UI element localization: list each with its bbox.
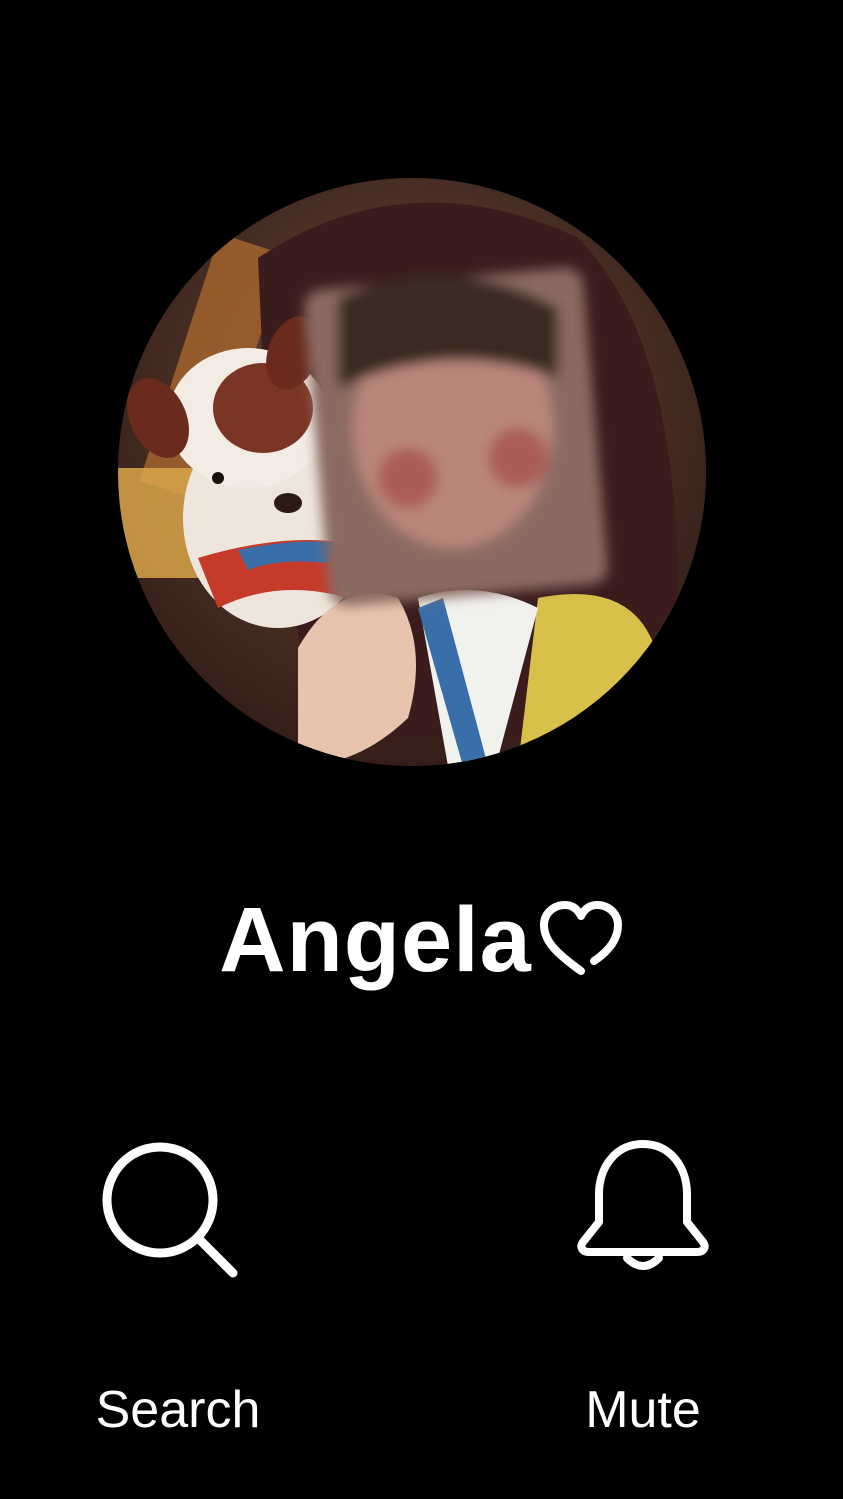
search-label: Search bbox=[95, 1381, 261, 1439]
heart-outline-icon bbox=[532, 889, 624, 991]
search-button[interactable]: Search bbox=[58, 1130, 298, 1439]
mute-button[interactable]: Mute bbox=[523, 1130, 763, 1439]
bell-icon bbox=[523, 1130, 763, 1290]
profile-name: Angela bbox=[0, 889, 843, 991]
search-icon bbox=[58, 1130, 298, 1290]
mute-label: Mute bbox=[585, 1381, 701, 1439]
avatar-photo bbox=[118, 178, 706, 766]
profile-avatar[interactable] bbox=[118, 178, 706, 766]
profile-name-text: Angela bbox=[219, 889, 532, 991]
